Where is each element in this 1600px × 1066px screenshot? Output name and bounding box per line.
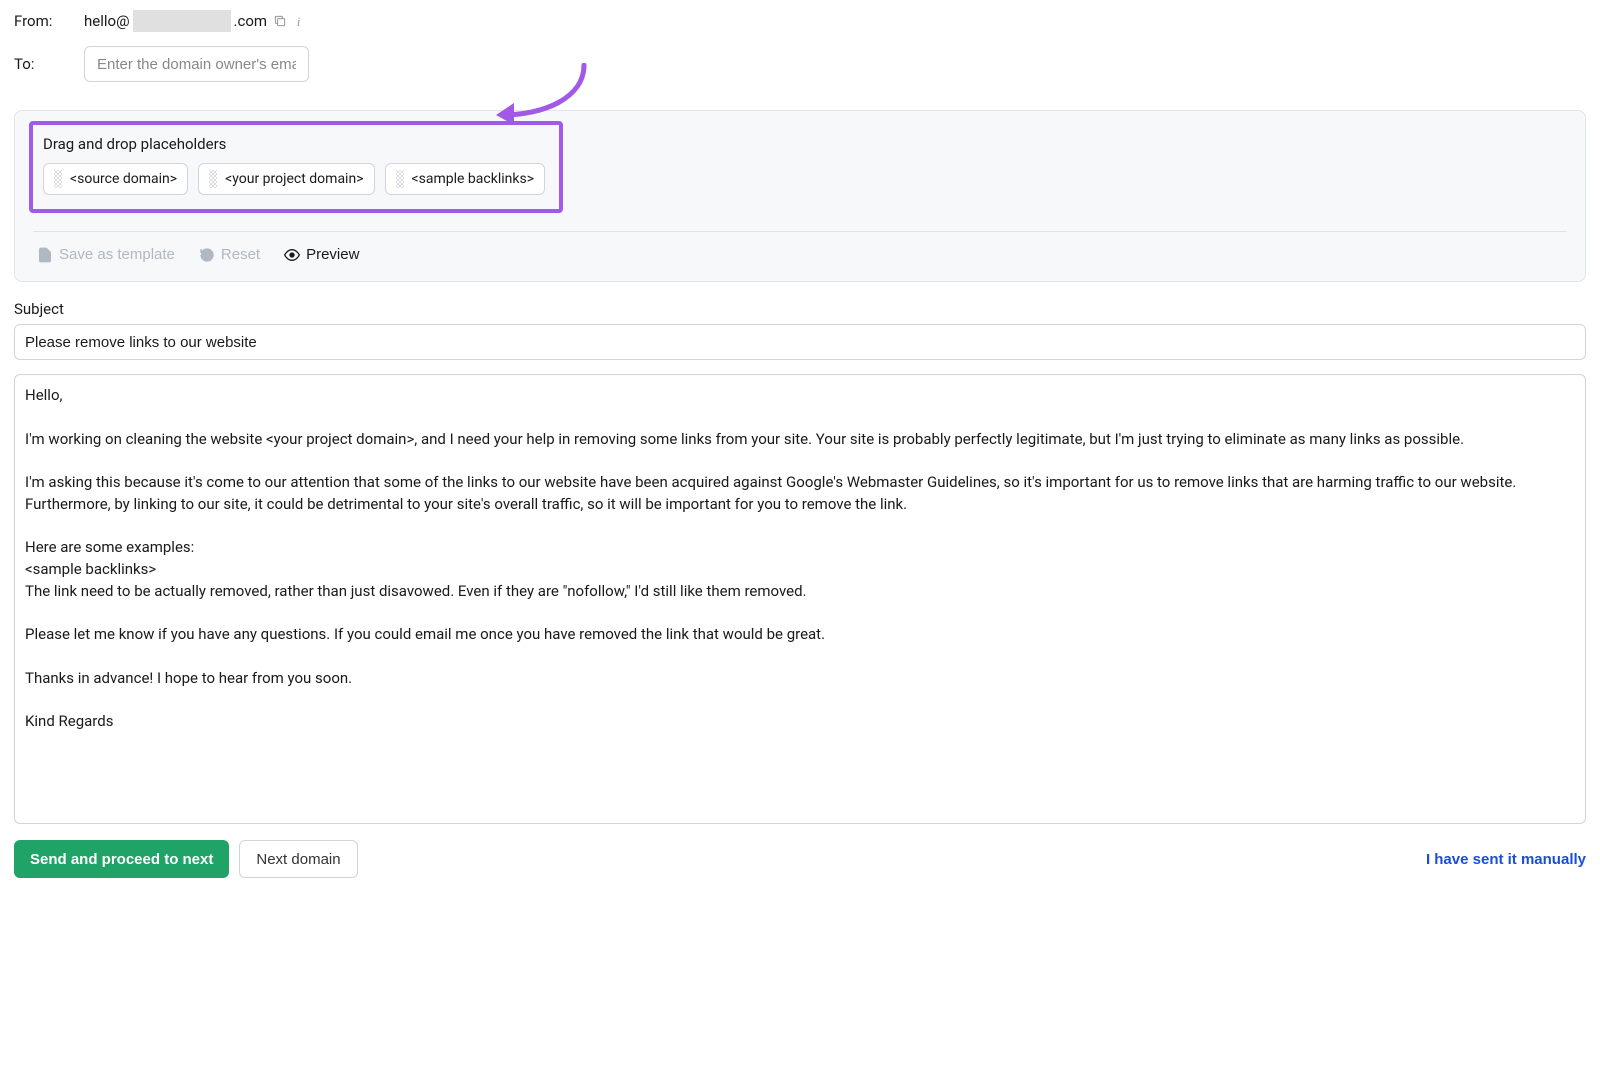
save-template-label: Save as template: [59, 246, 175, 263]
copy-icon[interactable]: [273, 14, 287, 28]
next-domain-button[interactable]: Next domain: [239, 840, 357, 878]
preview-label: Preview: [306, 246, 359, 263]
chip-project-domain[interactable]: <your project domain>: [198, 163, 374, 195]
chip-sample-backlinks[interactable]: <sample backlinks>: [385, 163, 545, 195]
placeholders-title: Drag and drop placeholders: [43, 135, 545, 153]
placeholders-highlight-box: Drag and drop placeholders <source domai…: [29, 121, 563, 213]
placeholders-actions: Save as template Reset Preview: [15, 232, 1585, 281]
subject-label: Subject: [14, 300, 1586, 318]
chip-label: <source domain>: [70, 171, 177, 187]
subject-group: Subject: [14, 300, 1586, 360]
drag-handle-icon: [209, 170, 217, 188]
from-label: From:: [14, 12, 84, 30]
to-label: To:: [14, 55, 84, 73]
body-group: Hello, I'm working on cleaning the websi…: [14, 374, 1586, 824]
save-template-button: Save as template: [37, 246, 175, 263]
subject-input[interactable]: [14, 324, 1586, 360]
sent-manually-link[interactable]: I have sent it manually: [1426, 851, 1586, 868]
info-icon[interactable]: i: [293, 16, 304, 27]
from-row: From: hello@ .com i: [14, 10, 1586, 32]
file-icon: [37, 247, 53, 263]
body-textarea[interactable]: Hello, I'm working on cleaning the websi…: [14, 374, 1586, 824]
chip-label: <sample backlinks>: [412, 171, 534, 187]
send-button[interactable]: Send and proceed to next: [14, 840, 229, 878]
chip-label: <your project domain>: [225, 171, 363, 187]
reset-icon: [199, 247, 215, 263]
footer: Send and proceed to next Next domain I h…: [14, 840, 1586, 878]
placeholders-panel: Drag and drop placeholders <source domai…: [14, 110, 1586, 282]
from-email-suffix: .com: [234, 12, 268, 30]
drag-handle-icon: [396, 170, 404, 188]
chip-source-domain[interactable]: <source domain>: [43, 163, 188, 195]
placeholder-chips: <source domain> <your project domain> <s…: [43, 163, 545, 195]
from-email-prefix: hello@: [84, 12, 130, 30]
from-email-redacted: [133, 10, 231, 32]
drag-handle-icon: [54, 170, 62, 188]
preview-button[interactable]: Preview: [284, 246, 359, 263]
reset-button: Reset: [199, 246, 260, 263]
eye-icon: [284, 247, 300, 263]
to-input[interactable]: [84, 46, 309, 82]
reset-label: Reset: [221, 246, 260, 263]
to-row: To:: [14, 46, 1586, 82]
from-value: hello@ .com i: [84, 10, 304, 32]
